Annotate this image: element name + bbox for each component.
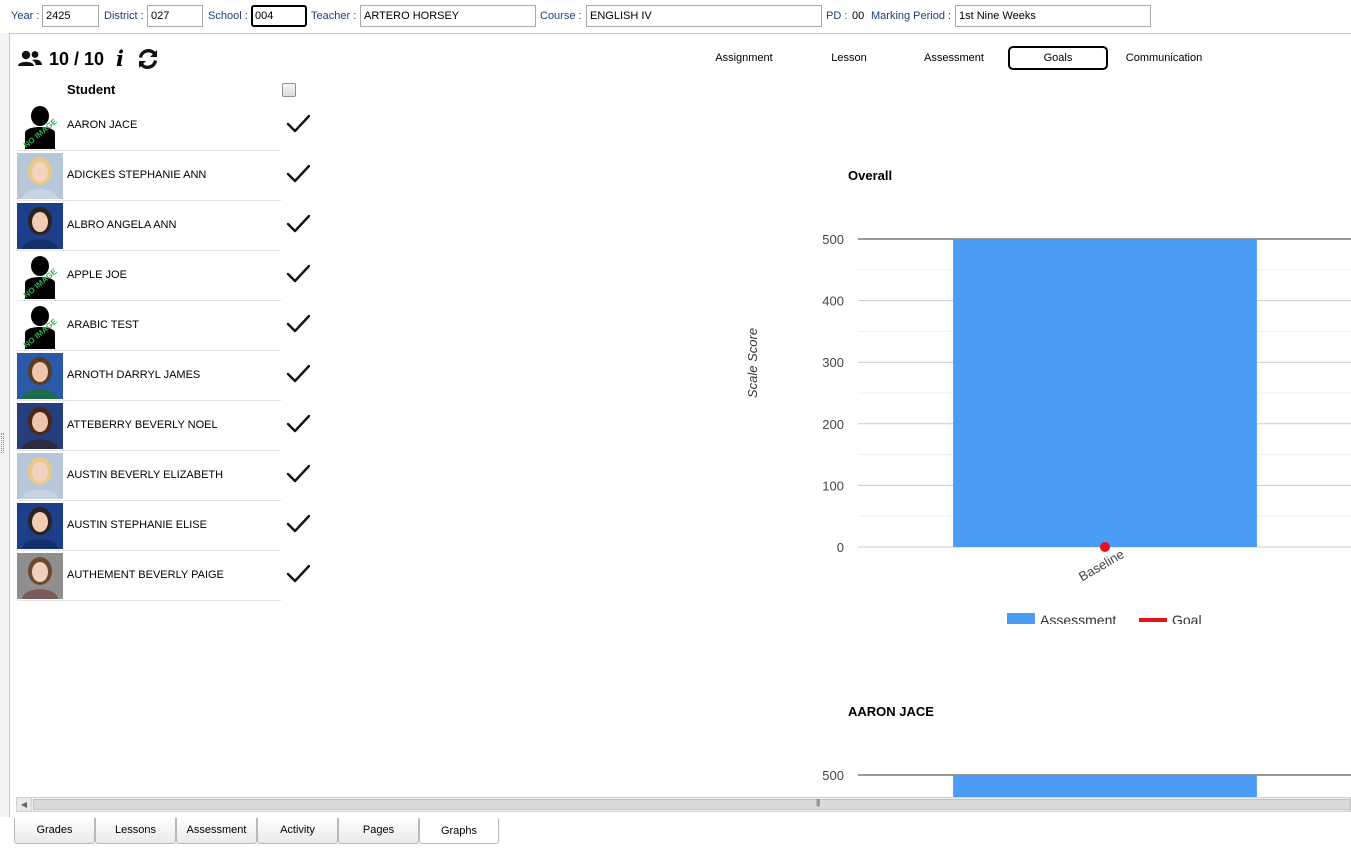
bottom-tab-pages[interactable]: Pages [338, 818, 419, 844]
student-name[interactable]: ALBRO ANGELA ANN [67, 219, 176, 231]
student-photo [17, 453, 63, 499]
overall-chart-title: Overall [848, 168, 893, 183]
y-tick-label: 300 [822, 355, 844, 370]
legend-assessment-swatch [1007, 613, 1035, 624]
y-tick-label: 100 [822, 478, 844, 493]
checkmark-icon[interactable] [286, 264, 311, 284]
school-field[interactable]: 004 [251, 5, 307, 27]
users-icon [17, 49, 43, 74]
student-photo [17, 203, 63, 249]
bottom-tab-activity[interactable]: Activity [257, 818, 338, 844]
pd-label: PD : [826, 10, 848, 22]
checkmark-icon[interactable] [286, 514, 311, 534]
horizontal-scrollbar[interactable]: ◀ ||| [16, 797, 1351, 812]
scroll-left-arrow[interactable]: ◀ [17, 798, 32, 811]
assessment-bar [953, 239, 1257, 547]
checkmark-icon[interactable] [286, 314, 311, 334]
course-label: Course : [540, 10, 582, 22]
bottom-tab-lessons[interactable]: Lessons [95, 818, 176, 844]
student-name[interactable]: AUSTIN BEVERLY ELIZABETH [67, 469, 223, 481]
marking-period-field[interactable]: 1st Nine Weeks [955, 5, 1151, 27]
student-photo [17, 503, 63, 549]
student-row[interactable]: NO IMAGE ARABIC TEST [17, 301, 281, 351]
graphs-panel: 10 / 10 i Assignment Lesson Assessment G… [9, 33, 1351, 817]
y-tick-label: 0 [837, 540, 844, 555]
student-row[interactable]: NO IMAGE APPLE JOE [17, 251, 281, 301]
teacher-label: Teacher : [311, 10, 357, 22]
scroll-grip-icon: ||| [816, 798, 820, 807]
checkmark-icon[interactable] [286, 214, 311, 234]
checkmark-icon[interactable] [286, 114, 311, 134]
overall-chart: 0 100 200 300 400 500 Baseline Assessment Goal [822, 232, 1351, 624]
student-name[interactable]: ARABIC TEST [67, 319, 139, 331]
student-row[interactable]: AUTHEMENT BEVERLY PAIGE [17, 551, 281, 601]
y-tick-label: 200 [822, 417, 844, 432]
checkmark-icon[interactable] [286, 564, 311, 584]
info-icon[interactable]: i [116, 46, 124, 71]
legend-goal-label: Goal [1172, 612, 1202, 624]
checkmark-icon[interactable] [286, 464, 311, 484]
student-name[interactable]: ARNOTH DARRYL JAMES [67, 369, 200, 381]
checkmark-icon[interactable] [286, 414, 311, 434]
student-photo [17, 553, 63, 599]
student-row[interactable]: AUSTIN BEVERLY ELIZABETH [17, 451, 281, 501]
y-tick-label: 500 [822, 232, 844, 247]
teacher-field[interactable]: ARTERO HORSEY [360, 5, 536, 27]
student-name[interactable]: ATTEBERRY BEVERLY NOEL [67, 419, 218, 431]
student-photo [17, 353, 63, 399]
student-count: 10 / 10 [49, 49, 105, 69]
y-tick-label: 400 [822, 294, 844, 309]
checkmark-icon[interactable] [286, 164, 311, 184]
student-name[interactable]: ADICKES STEPHANIE ANN [67, 169, 206, 181]
refresh-icon[interactable] [136, 47, 160, 76]
tab-communication[interactable]: Communication [1114, 46, 1214, 70]
student-name[interactable]: APPLE JOE [67, 269, 127, 281]
student-chart: 500 [822, 768, 1351, 800]
student-row[interactable]: ARNOTH DARRYL JAMES [17, 351, 281, 401]
student-photo [17, 403, 63, 449]
tab-assignment[interactable]: Assignment [694, 46, 794, 70]
x-tick-label: Baseline [1076, 546, 1127, 584]
left-resize-strip[interactable] [0, 33, 9, 817]
tab-assessment[interactable]: Assessment [904, 46, 1004, 70]
scroll-thumb[interactable] [33, 799, 1351, 810]
student-column-header: Student [67, 82, 116, 97]
y-tick-label: 500 [822, 768, 844, 783]
tab-lesson[interactable]: Lesson [799, 46, 899, 70]
student-row[interactable]: NO IMAGE AARON JACE [17, 101, 281, 151]
pd-value: 00 [852, 10, 865, 22]
district-field[interactable]: 027 [147, 5, 203, 27]
bottom-tab-assessment[interactable]: Assessment [176, 818, 257, 844]
goal-marker [1100, 542, 1110, 552]
year-field[interactable]: 2425 [42, 5, 99, 27]
bottom-tab-grades[interactable]: Grades [14, 818, 95, 844]
tab-goals[interactable]: Goals [1008, 46, 1108, 70]
student-row[interactable]: ATTEBERRY BEVERLY NOEL [17, 401, 281, 451]
checkmark-icon[interactable] [286, 364, 311, 384]
school-label: School : [208, 10, 248, 22]
legend-assessment-label: Assessment [1040, 612, 1116, 624]
student-chart-title: AARON JACE [848, 704, 934, 719]
overall-y-axis-label: Scale Score [745, 327, 760, 398]
student-row[interactable]: AUSTIN STEPHANIE ELISE [17, 501, 281, 551]
marking-period-label: Marking Period : [871, 10, 952, 22]
student-photo: NO IMAGE [17, 253, 63, 299]
bottom-tab-graphs[interactable]: Graphs [419, 818, 499, 844]
student-row[interactable]: ALBRO ANGELA ANN [17, 201, 281, 251]
student-photo: NO IMAGE [17, 303, 63, 349]
student-name[interactable]: AUSTIN STEPHANIE ELISE [67, 519, 207, 531]
student-name[interactable]: AARON JACE [67, 119, 137, 131]
student-photo [17, 153, 63, 199]
year-label: Year : [11, 10, 40, 22]
legend-goal-swatch [1139, 618, 1167, 622]
district-label: District : [104, 10, 144, 22]
select-all-checkbox[interactable] [282, 83, 296, 97]
filter-bar: Year : 2425 District : 027 School : 004 … [0, 0, 1351, 33]
course-field[interactable]: ENGLISH IV [586, 5, 822, 27]
student-name[interactable]: AUTHEMENT BEVERLY PAIGE [67, 569, 224, 581]
student-photo: NO IMAGE [17, 103, 63, 149]
student-row[interactable]: ADICKES STEPHANIE ANN [17, 151, 281, 201]
